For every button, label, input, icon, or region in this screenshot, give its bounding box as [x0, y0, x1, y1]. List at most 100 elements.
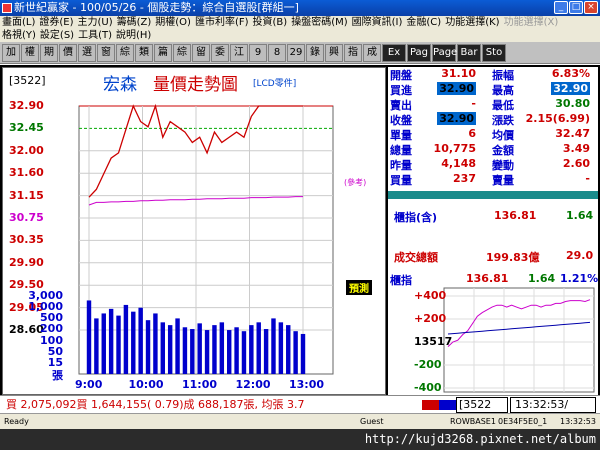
predict-label[interactable]: 預測 [346, 280, 372, 295]
menu-item-2[interactable]: 主力(U) [76, 16, 115, 30]
menu-item-6[interactable]: 投資(B) [251, 16, 290, 30]
price-tick: 30.75 [9, 211, 44, 224]
volume-bar [256, 322, 261, 374]
mini-tick: -400 [414, 381, 442, 394]
quote-label: 最低 [492, 99, 514, 112]
menu-item-10[interactable]: 功能選擇(K) [443, 16, 501, 30]
volume-bar [160, 322, 166, 374]
status-code: 0E34F5E0_1 [498, 417, 548, 426]
quote-value: 6.83% [551, 67, 590, 80]
volume-bar [190, 329, 195, 374]
toolbar-button-5[interactable]: 窗 [97, 44, 115, 62]
menu2-item-1[interactable]: 設定(S) [38, 30, 76, 42]
quote-row: 單量 6 均價 32.47 [388, 127, 598, 142]
menu-item-11[interactable]: 功能選擇(X) [502, 16, 561, 30]
watermark-url: http://kujd3268.pixnet.net/album [364, 432, 596, 446]
menu-item-1[interactable]: 證券(E) [37, 16, 75, 30]
volume-bar [131, 311, 136, 374]
toolbar-button-12[interactable]: 江 [230, 44, 248, 62]
price-tick: 32.90 [9, 99, 44, 112]
volume-bar [263, 329, 269, 374]
quote-panel: 開盤 31.10 振幅 6.83% 買進 32.90 最高 32.90 賣出 - 最低 30.80 收盤… [388, 67, 598, 395]
maximize-button[interactable]: □ [569, 1, 583, 14]
volume-bar [300, 333, 306, 374]
toolbar-button-24[interactable]: Sto [482, 44, 506, 62]
volume-bar [219, 322, 225, 374]
toolbar-button-7[interactable]: 類 [135, 44, 153, 62]
toolbar-button-4[interactable]: 選 [78, 44, 96, 62]
toolbar-button-8[interactable]: 篇 [154, 44, 172, 62]
status-row: ROWBASE1 [450, 417, 496, 426]
price-tick: 30.35 [9, 233, 44, 247]
toolbar-button-2[interactable]: 期 [40, 44, 58, 62]
volume-bar [286, 325, 291, 374]
menu2-item-3[interactable]: 說明(H) [114, 30, 153, 42]
divider-bar [388, 191, 598, 199]
toolbar-button-6[interactable]: 綜 [116, 44, 134, 62]
toolbar-button-23[interactable]: Bar [457, 44, 481, 62]
quote-label: 單量 [390, 129, 412, 142]
title-bar: 新世紀贏家 - 100/05/26 - 個股走勢：綜合自選股[群組一] _ □ … [0, 0, 600, 16]
price-tick: 31.15 [9, 188, 44, 202]
quote-label: 收盤 [390, 114, 412, 127]
quote-value: 10,775 [433, 142, 476, 155]
toolbar-button-9[interactable]: 綜 [173, 44, 191, 62]
toolbar-button-10[interactable]: 留 [192, 44, 210, 62]
volume-bar [278, 322, 284, 374]
quote-table: 開盤 31.10 振幅 6.83% 買進 32.90 最高 32.90 賣出 - 最低 30.80 收盤… [388, 67, 598, 187]
window-controls: _ □ × [554, 1, 598, 14]
toolbar-button-22[interactable]: Page [432, 44, 457, 62]
menu-item-7[interactable]: 操盤密碼(M) [289, 16, 349, 30]
time-tick: 11:00 [182, 378, 218, 391]
minimize-button[interactable]: _ [554, 1, 568, 14]
order-summary: 買 2,075,092買 1,644,155( 0.79)成 688,187張,… [6, 398, 305, 411]
price-tick: 32.00 [9, 143, 44, 157]
volume-bar [108, 308, 114, 374]
quote-value: - [585, 172, 590, 185]
mini-tick: 13517 [414, 335, 453, 348]
quote-row: 總量 10,775 金額 3.49 [388, 142, 598, 157]
toolbar-button-19[interactable]: 成 [363, 44, 381, 62]
toolbar-button-15[interactable]: 29 [287, 44, 305, 62]
menu-item-4[interactable]: 期權(O) [153, 16, 193, 30]
toolbar-button-16[interactable]: 錄 [306, 44, 324, 62]
menu-item-5[interactable]: 匯市利率(F) [193, 16, 251, 30]
quote-label: 變動 [492, 159, 514, 172]
volume-bar [94, 318, 99, 374]
toolbar-button-13[interactable]: 9 [249, 44, 267, 62]
menu-item-0[interactable]: 畫面(L) [0, 16, 37, 30]
close-button[interactable]: × [584, 1, 598, 14]
toolbar-button-11[interactable]: 委 [211, 44, 229, 62]
volume-bar [101, 313, 106, 374]
volume-bar [116, 315, 121, 374]
toolbar-button-1[interactable]: 權 [21, 44, 39, 62]
toolbar-button-14[interactable]: 8 [268, 44, 286, 62]
status-guest: Guest [360, 417, 384, 426]
volume-bar [86, 300, 92, 374]
turnover-change: 29.0 [566, 249, 594, 262]
menu-item-8[interactable]: 國際資訊(I) [350, 16, 405, 30]
time-tick: 9:00 [75, 378, 103, 391]
toolbar-button-17[interactable]: 興 [325, 44, 343, 62]
volume-bar [197, 323, 202, 374]
volume-bar [167, 325, 173, 374]
toolbar-button-0[interactable]: 加 [2, 44, 20, 62]
quote-value: 32.47 [555, 127, 590, 140]
volume-bar [204, 330, 210, 374]
status-bar: Ready Guest ROWBASE1 0E34F5E0_1 13:32:53 [0, 413, 600, 429]
toolbar-button-18[interactable]: 指 [344, 44, 362, 62]
quote-row: 買進 32.90 最高 32.90 [388, 82, 598, 97]
toolbar-button-21[interactable]: Pag [407, 44, 431, 62]
volume-bar [153, 313, 158, 374]
mini-frame [443, 287, 595, 393]
quote-value: 4,148 [441, 157, 476, 170]
quote-row: 昨量 4,148 變動 2.60 [388, 157, 598, 172]
toolbar-button-20[interactable]: Ex [382, 44, 406, 62]
code-input[interactable]: [3522 [456, 397, 508, 413]
volume-bar [145, 320, 151, 374]
menu2-item-0[interactable]: 格視(Y) [0, 30, 38, 42]
menu-item-9[interactable]: 金融(C) [404, 16, 443, 30]
toolbar-button-3[interactable]: 價 [59, 44, 77, 62]
menu-item-3[interactable]: 籌碼(Z) [115, 16, 154, 30]
menu2-item-2[interactable]: 工具(T) [76, 30, 114, 42]
